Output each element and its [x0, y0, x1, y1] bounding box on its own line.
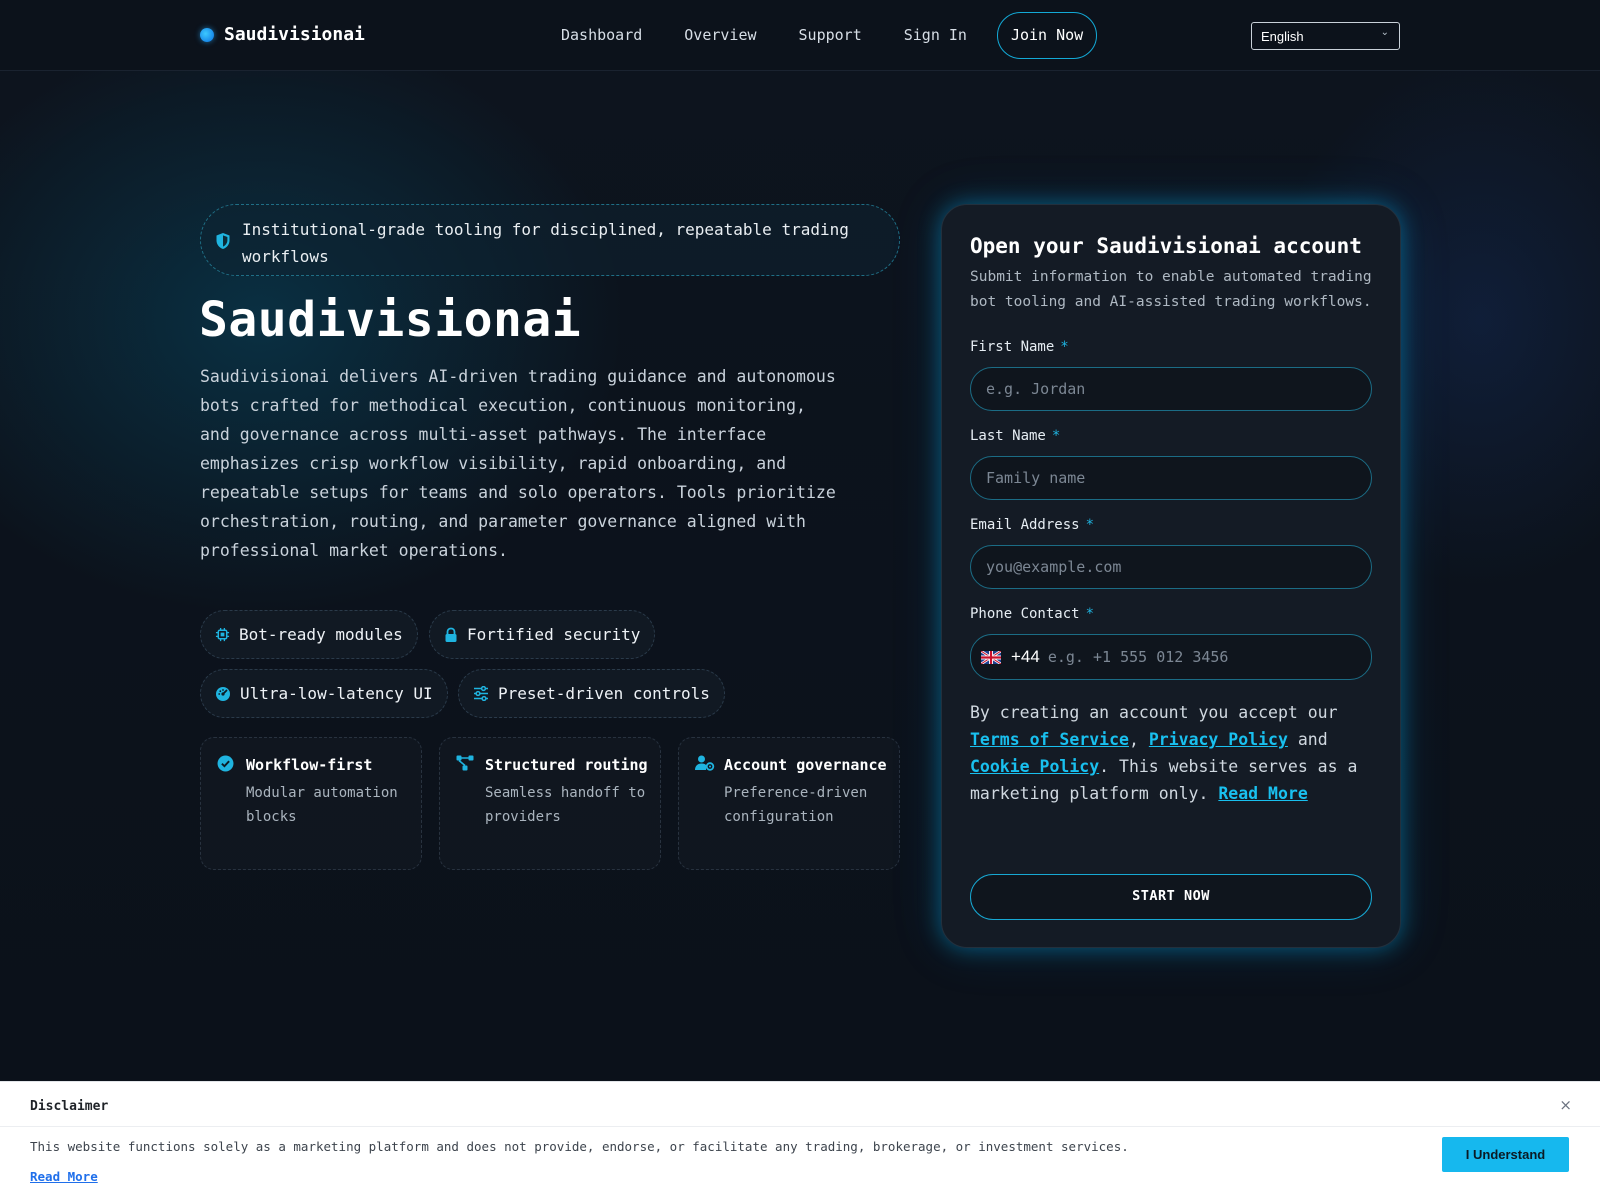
language-select[interactable]: English ⌄	[1251, 22, 1400, 50]
tagline-text: Institutional-grade tooling for discipli…	[242, 220, 849, 266]
consent-sep: ,	[1128, 730, 1149, 749]
terms-link[interactable]: Terms of Service	[970, 730, 1129, 749]
join-now-button[interactable]: Join Now	[996, 12, 1098, 59]
chip-label: Fortified security	[467, 625, 641, 644]
consent-text: By creating an account you accept our Te…	[970, 699, 1372, 807]
required-mark: *	[1060, 339, 1069, 355]
label-text: First Name	[970, 339, 1055, 355]
feature-card-routing: Structured routing Seamless handoff to p…	[439, 737, 661, 870]
first-name-placeholder: e.g. Jordan	[986, 380, 1086, 398]
disclaimer-read-more-link[interactable]: Read More	[30, 1169, 98, 1184]
tagline-banner: Institutional-grade tooling for discipli…	[200, 204, 900, 276]
first-name-input[interactable]: e.g. Jordan	[970, 367, 1372, 411]
feature-card-workflow: Workflow-first Modular automation blocks	[200, 737, 422, 870]
logo-dot-icon	[200, 27, 214, 42]
signup-card: Open your Saudivisionai account Submit i…	[941, 204, 1401, 948]
brand-name: Saudivisionai	[224, 24, 365, 45]
feature-subtitle: Modular automation blocks	[246, 785, 398, 825]
feature-card-governance: Account governance Preference-driven con…	[678, 737, 900, 870]
phone-label: Phone Contact *	[970, 606, 1372, 624]
gauge-icon	[216, 686, 230, 701]
nav-support[interactable]: Support	[778, 12, 883, 59]
disclaimer-title: Disclaimer	[30, 1099, 109, 1114]
privacy-link[interactable]: Privacy Policy	[1149, 730, 1288, 749]
user-gear-icon	[695, 755, 715, 771]
phone-placeholder: e.g. +1 555 012 3456	[1047, 648, 1229, 666]
top-header: Saudivisionai Dashboard Overview Support…	[0, 0, 1600, 71]
required-mark: *	[1085, 517, 1095, 533]
nav-overview[interactable]: Overview	[663, 12, 777, 59]
last-name-input[interactable]: Family name	[970, 456, 1372, 500]
chip-bot-ready: Bot-ready modules	[200, 610, 418, 659]
lock-icon	[445, 627, 457, 642]
label-text: Last Name	[970, 428, 1046, 444]
feature-subtitle: Preference-driven configuration	[724, 785, 868, 825]
feature-title: Structured routing	[485, 756, 648, 774]
form-title: Open your Saudivisionai account	[970, 234, 1362, 258]
disclaimer-header: Disclaimer ×	[0, 1082, 1600, 1127]
uk-flag-icon[interactable]	[981, 650, 1001, 664]
hero-title: Saudivisionai	[199, 292, 582, 348]
i-understand-button[interactable]: I Understand	[1442, 1137, 1569, 1172]
label-text: Phone Contact	[970, 606, 1080, 622]
language-value: English	[1261, 29, 1304, 44]
chip-cpu-icon	[215, 627, 230, 642]
last-name-placeholder: Family name	[986, 469, 1086, 487]
required-mark: *	[1085, 606, 1095, 622]
chip-label: Bot-ready modules	[239, 625, 403, 644]
nav-dashboard[interactable]: Dashboard	[540, 12, 663, 59]
read-more-link[interactable]: Read More	[1218, 784, 1307, 803]
consent-prefix: By creating an account you accept our	[970, 703, 1338, 722]
cookie-link[interactable]: Cookie Policy	[970, 757, 1099, 776]
email-label: Email Address *	[970, 517, 1372, 535]
feature-subtitle: Seamless handoff to providers	[485, 785, 646, 825]
label-text: Email Address	[970, 517, 1080, 533]
sliders-icon	[474, 686, 488, 701]
close-icon[interactable]: ×	[1559, 1096, 1572, 1114]
email-input[interactable]: you@example.com	[970, 545, 1372, 589]
last-name-label: Last Name *	[970, 428, 1372, 446]
hero-description: Saudivisionai delivers AI-driven trading…	[200, 367, 836, 560]
phone-input[interactable]: +44 e.g. +1 555 012 3456	[970, 634, 1372, 680]
dial-code[interactable]: +44	[1011, 647, 1040, 667]
feature-title: Workflow-first	[246, 756, 373, 774]
chip-low-latency: Ultra-low-latency UI	[200, 669, 448, 718]
shield-icon	[216, 233, 230, 249]
chip-fortified-security: Fortified security	[429, 610, 656, 659]
feature-title: Account governance	[724, 756, 887, 774]
first-name-label: First Name *	[970, 339, 1372, 357]
nav-sign-in[interactable]: Sign In	[883, 12, 988, 59]
required-mark: *	[1051, 428, 1061, 444]
brand-logo[interactable]: Saudivisionai	[200, 24, 365, 45]
consent-sep: and	[1287, 730, 1328, 749]
chip-label: Ultra-low-latency UI	[240, 684, 433, 703]
main-nav: Dashboard Overview Support Sign In Join …	[540, 12, 1098, 59]
chip-label: Preset-driven controls	[498, 684, 710, 703]
email-placeholder: you@example.com	[986, 558, 1122, 576]
start-now-button[interactable]: START NOW	[970, 874, 1372, 920]
disclaimer-text: This website functions solely as a marke…	[30, 1139, 1129, 1154]
disclaimer-banner: Disclaimer × This website functions sole…	[0, 1081, 1600, 1200]
check-circle-icon	[217, 755, 234, 772]
chip-preset-controls: Preset-driven controls	[458, 669, 725, 718]
chevron-down-icon: ⌄	[1380, 27, 1389, 38]
routing-icon	[456, 755, 474, 771]
form-subtitle: Submit information to enable automated t…	[970, 269, 1372, 310]
